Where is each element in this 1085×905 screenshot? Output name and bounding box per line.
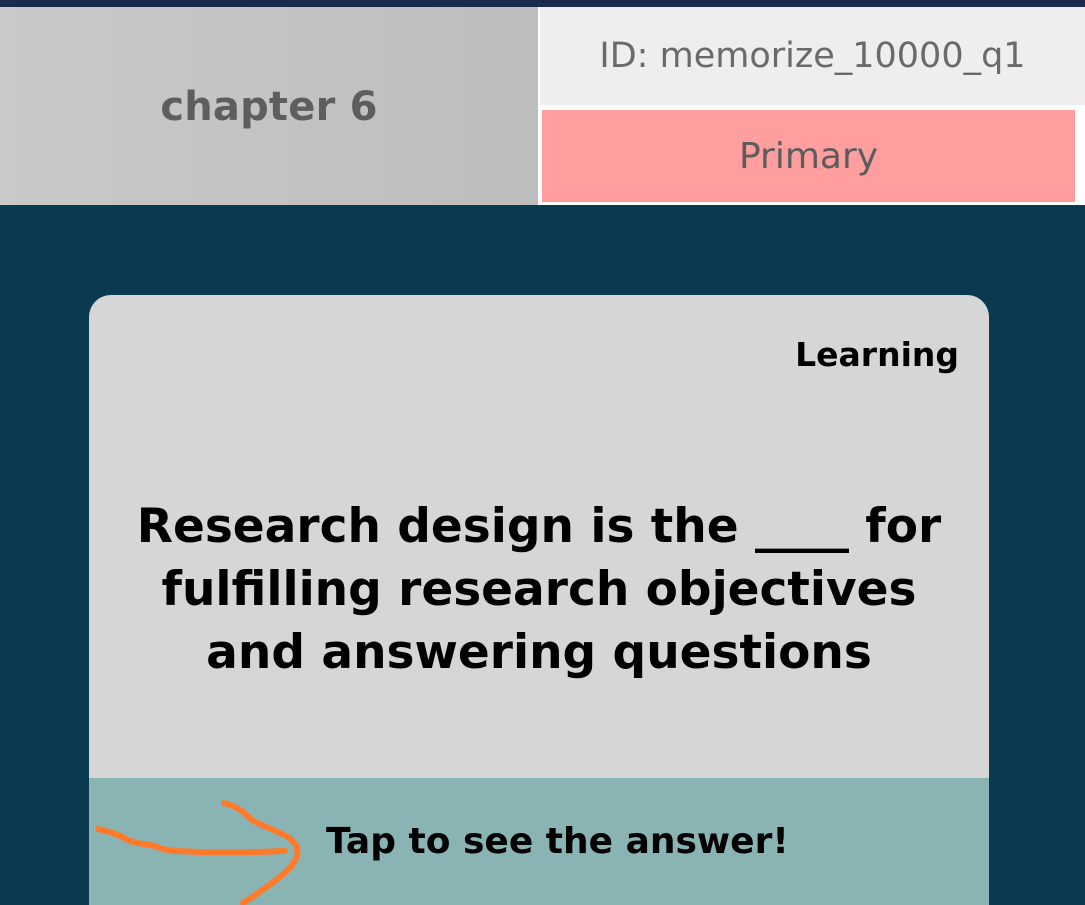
reveal-answer-label: Tap to see the answer! [326, 821, 789, 862]
question-id-panel: ID: memorize_10000_q1 [540, 7, 1085, 105]
primary-badge[interactable]: Primary [542, 110, 1075, 202]
header: chapter 6 ID: memorize_10000_q1 Primary [0, 7, 1085, 205]
chapter-title: chapter 6 [160, 84, 378, 130]
status-strip [0, 0, 1085, 7]
mode-label: Learning [795, 335, 959, 374]
chapter-panel[interactable]: chapter 6 [0, 7, 538, 205]
reveal-answer-button[interactable]: Tap to see the answer! [89, 778, 989, 905]
flashcard[interactable]: Learning Research design is the ____ for… [89, 295, 989, 905]
question-id: ID: memorize_10000_q1 [599, 36, 1026, 76]
question-text: Research design is the ____ for fulfilli… [136, 499, 942, 680]
primary-badge-label: Primary [738, 135, 879, 177]
